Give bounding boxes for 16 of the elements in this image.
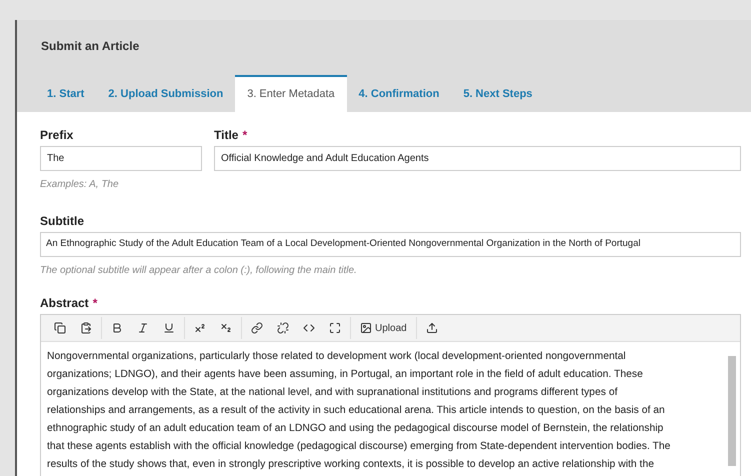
subtitle-field[interactable]: An Ethnographic Study of the Adult Education Team of a Local Development-Oriented Nongovernmental Organization in the North of Portugal bbox=[40, 232, 741, 257]
required-mark: * bbox=[92, 296, 98, 310]
field-label: Title bbox=[214, 128, 238, 142]
field-label: Subtitle bbox=[40, 214, 84, 228]
step-tab[interactable]: 3. Enter Metadata bbox=[235, 75, 347, 112]
upload-image-button[interactable]: Upload bbox=[353, 318, 414, 338]
image-icon bbox=[360, 322, 372, 334]
field-label: Prefix bbox=[40, 128, 74, 142]
title-field[interactable]: Official Knowledge and Adult Education Agents bbox=[214, 146, 741, 171]
field-label: Abstract bbox=[40, 296, 89, 310]
help-text: Examples: A, The bbox=[40, 178, 120, 192]
help-text: The optional subtitle will appear after a colon (:), following the main title. bbox=[40, 264, 358, 278]
page-title: Submit an Article bbox=[40, 38, 140, 55]
prefix-field[interactable]: The bbox=[40, 146, 202, 171]
abstract-text: Nongovernmental organizations, particularly those related to development work (local development-oriented nongovernmental organizations; LDNGO), and their agents have been assuming, in Portugal, an important role in the field of adult education. These organizations develop with the State, at the national level, and with supranational institutions and programs different types of relationships and arrangements, as a result of the activity in such educational arena. This article intends to question, on the basis of an ethnographic study of an adult education team of an LDNGO and using the pedagogical discourse model of Bernstein, the relationship that these agents establish with the official knowledge (pedagogical discourse) emerging from State-dependent intervention bodies. The results of the study shows that, even in strongly prescriptive working contexts, it is possible to develop an active relationship with the bbox=[46, 350, 672, 472]
required-mark: * bbox=[242, 128, 248, 142]
